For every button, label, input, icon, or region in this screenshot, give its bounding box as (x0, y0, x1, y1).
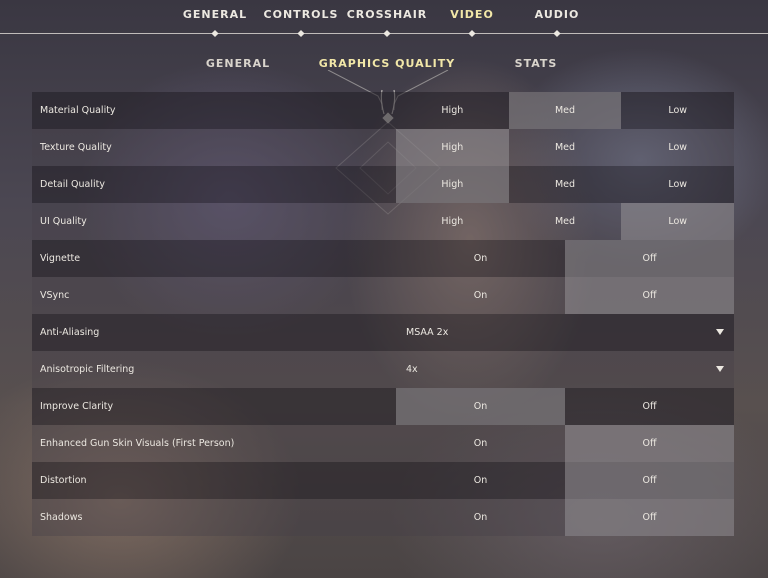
option-off-button[interactable]: Off (565, 388, 734, 425)
subtab-stats[interactable]: STATS (515, 57, 558, 70)
option-on-button[interactable]: On (396, 240, 565, 277)
option-group: On Off (396, 462, 734, 499)
option-group: High Med Low (396, 203, 735, 240)
option-low-button[interactable]: Low (621, 203, 735, 240)
option-group: On Off (396, 499, 734, 536)
setting-row-vignette: Vignette On Off (32, 240, 734, 277)
setting-row-distortion: Distortion On Off (32, 462, 734, 499)
option-low-button[interactable]: Low (621, 166, 734, 203)
dropdown-value: MSAA 2x (406, 327, 449, 338)
setting-label: Anti-Aliasing (40, 327, 100, 338)
option-group: High Med Low (396, 92, 734, 129)
setting-row-shadows: Shadows On Off (32, 499, 734, 536)
option-group: High Med Low (396, 129, 734, 166)
tab-crosshair[interactable]: CROSSHAIR (347, 8, 428, 21)
option-off-button[interactable]: Off (565, 499, 734, 536)
setting-label: Distortion (40, 475, 87, 486)
subtab-graphics-quality[interactable]: GRAPHICS QUALITY (319, 57, 455, 70)
option-on-button[interactable]: On (396, 462, 565, 499)
setting-row-enhanced-gun-skin-visuals-first-person: Enhanced Gun Skin Visuals (First Person)… (32, 425, 734, 462)
option-group: On Off (396, 277, 734, 314)
tab-audio[interactable]: AUDIO (535, 8, 580, 21)
option-group: On Off (396, 425, 734, 462)
option-med-button[interactable]: Med (509, 203, 622, 240)
setting-row-vsync: VSync On Off (32, 277, 734, 314)
setting-label: Texture Quality (40, 142, 112, 153)
subtab-general[interactable]: GENERAL (206, 57, 270, 70)
setting-row-texture-quality: Texture Quality High Med Low (32, 129, 734, 166)
setting-label: VSync (40, 290, 70, 301)
settings-table: Material Quality High Med Low Texture Qualit… (32, 92, 735, 536)
setting-label: Shadows (40, 512, 83, 523)
tab-general[interactable]: GENERAL (183, 8, 247, 21)
option-high-button[interactable]: High (396, 166, 509, 203)
option-on-button[interactable]: On (396, 425, 565, 462)
tab-controls[interactable]: CONTROLS (264, 8, 339, 21)
option-off-button[interactable]: Off (565, 277, 734, 314)
option-group: On Off (396, 240, 734, 277)
option-high-button[interactable]: High (396, 203, 509, 240)
option-high-button[interactable]: High (396, 129, 509, 166)
tab-marker-icon (297, 29, 305, 38)
setting-label: Detail Quality (40, 179, 105, 190)
option-off-button[interactable]: Off (565, 240, 734, 277)
anti-aliasing-dropdown[interactable]: MSAA 2x (396, 314, 734, 351)
tab-marker-icon (383, 29, 391, 38)
setting-label: Material Quality (40, 105, 116, 116)
anisotropic-filtering-dropdown[interactable]: 4x (396, 351, 734, 388)
setting-row-improve-clarity: Improve Clarity On Off (32, 388, 734, 425)
setting-label: Vignette (40, 253, 81, 264)
option-off-button[interactable]: Off (565, 425, 734, 462)
caret-down-icon (716, 366, 724, 372)
dropdown-value: 4x (406, 364, 418, 375)
setting-row-detail-quality: Detail Quality High Med Low (32, 166, 734, 203)
option-group: High Med Low (396, 166, 734, 203)
option-high-button[interactable]: High (396, 92, 509, 129)
setting-label: UI Quality (40, 216, 87, 227)
option-on-button[interactable]: On (396, 277, 565, 314)
setting-label: Enhanced Gun Skin Visuals (First Person) (40, 438, 235, 449)
tab-marker-icon (553, 29, 561, 38)
option-med-button[interactable]: Med (509, 129, 622, 166)
setting-label: Anisotropic Filtering (40, 364, 135, 375)
setting-row-anisotropic-filtering: Anisotropic Filtering 4x (32, 351, 734, 388)
option-low-button[interactable]: Low (621, 129, 734, 166)
setting-label: Improve Clarity (40, 401, 114, 412)
option-on-button[interactable]: On (396, 388, 565, 425)
tab-marker-icon (468, 29, 476, 38)
caret-down-icon (716, 329, 724, 335)
option-low-button[interactable]: Low (621, 92, 734, 129)
setting-row-material-quality: Material Quality High Med Low (32, 92, 734, 129)
option-med-button[interactable]: Med (509, 166, 622, 203)
tab-video[interactable]: VIDEO (450, 8, 494, 21)
option-on-button[interactable]: On (396, 499, 565, 536)
setting-row-anti-aliasing: Anti-Aliasing MSAA 2x (32, 314, 734, 351)
option-off-button[interactable]: Off (565, 462, 734, 499)
top-nav: GENERAL CONTROLS CROSSHAIR VIDEO AUDIO (0, 0, 768, 38)
tab-marker-icon (211, 29, 219, 38)
option-group: On Off (396, 388, 734, 425)
option-med-button[interactable]: Med (508, 92, 622, 129)
setting-row-ui-quality: UI Quality High Med Low (32, 203, 735, 240)
